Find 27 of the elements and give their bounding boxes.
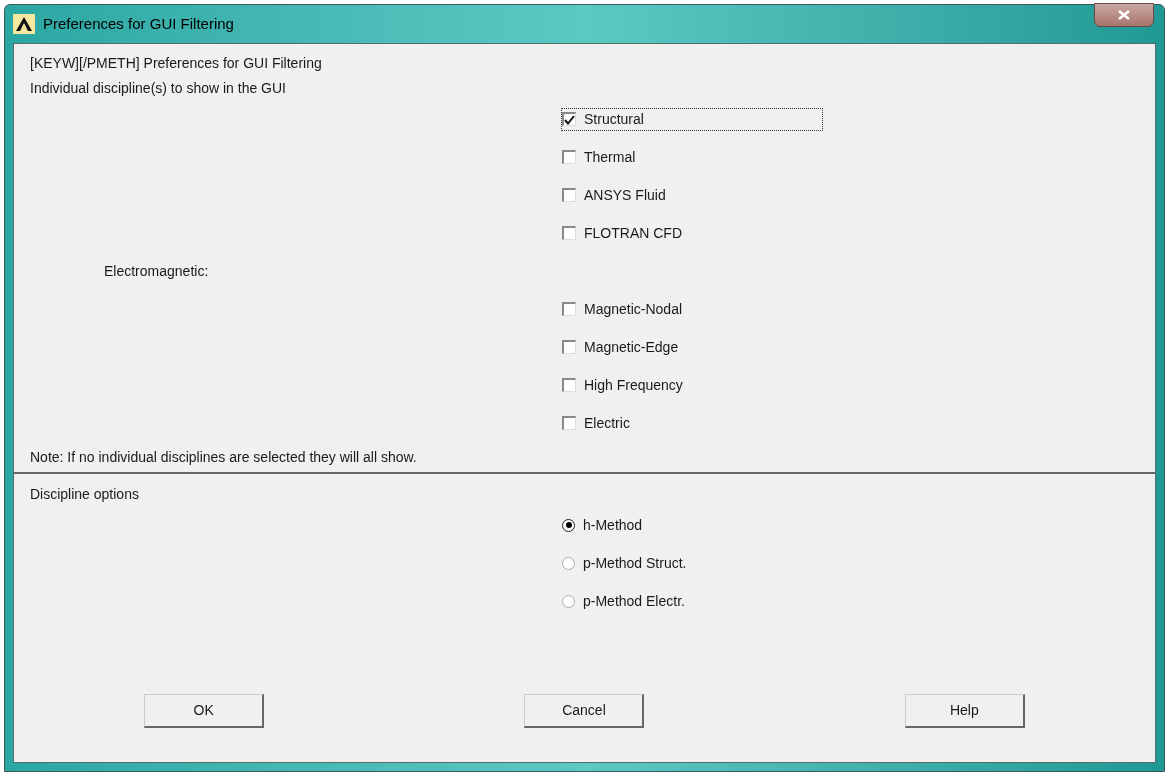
radio-option[interactable]: p-Method Struct. (562, 552, 687, 574)
radio-button[interactable] (562, 518, 575, 532)
radio-button[interactable] (562, 594, 575, 608)
section-label: Individual discipline(s) to show in the GUI (30, 79, 286, 98)
checkbox-option[interactable]: FLOTRAN CFD (562, 222, 686, 244)
checkbox-option[interactable]: Electric (562, 412, 634, 434)
checkbox-option[interactable]: Magnetic-Edge (562, 336, 683, 358)
close-icon (1118, 10, 1130, 20)
radio-option[interactable]: h-Method (562, 514, 643, 536)
checkbox-option[interactable]: High Frequency (562, 374, 687, 396)
radio-option[interactable]: p-Method Electr. (562, 590, 685, 612)
window-title: Preferences for GUI Filtering (43, 13, 234, 34)
radio-button[interactable] (562, 556, 575, 570)
dialog-heading: [KEYW][/PMETH] Preferences for GUI Filtering (30, 54, 322, 73)
checkbox-option[interactable]: Thermal (562, 146, 640, 168)
check-icon (564, 114, 575, 125)
section-label: Discipline options (30, 485, 139, 504)
dialog-button[interactable]: Cancel (524, 694, 645, 728)
group-label: Electromagnetic: (104, 261, 209, 281)
checkbox-option[interactable]: Magnetic-Nodal (562, 298, 687, 320)
checkbox-option[interactable]: Structural (562, 108, 822, 130)
dialog-button[interactable]: OK (144, 694, 265, 728)
checkbox-option[interactable]: ANSYS Fluid (562, 184, 670, 206)
dialog-button[interactable]: Help (904, 694, 1025, 728)
note-text: Note: If no individual disciplines are selected they will all show. (30, 448, 417, 467)
close-button[interactable] (1094, 3, 1154, 27)
app-logo-icon (13, 14, 35, 34)
